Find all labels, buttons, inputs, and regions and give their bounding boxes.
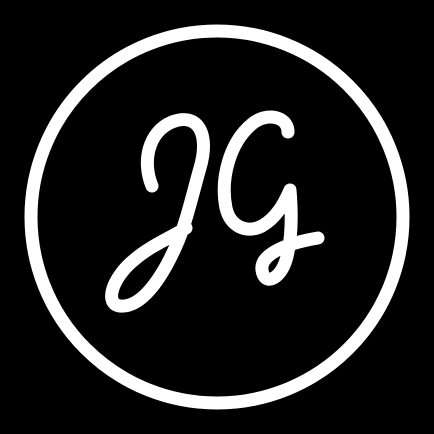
logo-background <box>0 0 434 434</box>
monogram-logo-graphic <box>0 0 434 434</box>
monogram-logo <box>0 0 434 434</box>
